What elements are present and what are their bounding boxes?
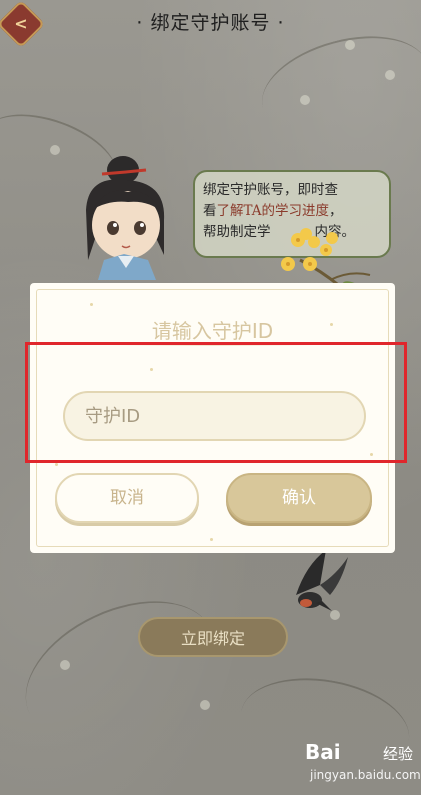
blossom-decoration — [300, 95, 310, 105]
speck-decoration — [210, 538, 213, 541]
watermark: Bai 经验 jingyan.baidu.com — [305, 738, 421, 790]
intro-line-1: 绑定守护账号，即时查 — [203, 182, 338, 198]
intro-line-2-highlight: 了解TA的学习进度 — [216, 203, 330, 219]
character-avatar-illustration — [86, 156, 165, 280]
intro-line-2-prefix: 看 — [203, 203, 217, 219]
watermark-brand: 经验 — [383, 745, 414, 763]
watermark-logo: Bai — [305, 740, 341, 764]
dialog-title: 请输入守护ID — [151, 319, 274, 343]
intro-line-2-suffix: ， — [329, 203, 343, 219]
blossom-decoration — [200, 700, 210, 710]
blossom-decoration — [60, 660, 70, 670]
top-bar: < · 绑定守护账号 · — [0, 0, 421, 50]
blossom-decoration — [385, 70, 395, 80]
confirm-button[interactable]: 确认 — [226, 473, 372, 523]
page-title: · 绑定守护账号 · — [136, 12, 285, 34]
highlight-box — [25, 342, 407, 463]
blossom-decoration — [50, 145, 60, 155]
swallow-bird-illustration — [296, 550, 348, 611]
bind-now-button[interactable]: 立即绑定 — [138, 617, 288, 657]
speck-decoration — [90, 303, 93, 306]
cancel-button[interactable]: 取消 — [55, 473, 199, 523]
speck-decoration — [55, 463, 58, 466]
watermark-url: jingyan.baidu.com — [310, 768, 421, 782]
intro-line-3: 帮助制定学 — [203, 224, 271, 240]
